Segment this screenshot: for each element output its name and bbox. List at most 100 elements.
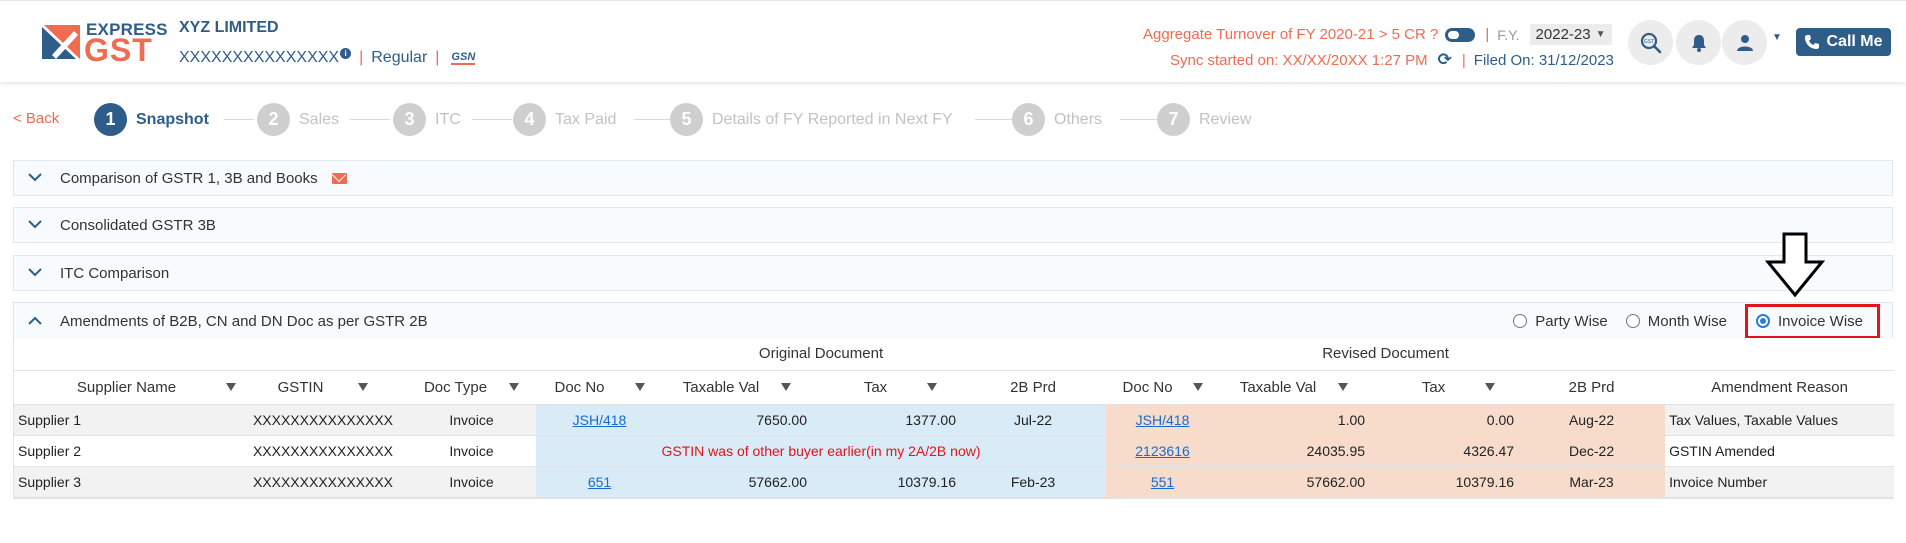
chevron-down-icon: [28, 171, 42, 185]
filter-icon[interactable]: [358, 382, 369, 391]
radio-button[interactable]: [1513, 314, 1528, 328]
turnover-toggle[interactable]: [1445, 27, 1476, 42]
cell-rev-taxable: 1.00: [1219, 404, 1370, 435]
step-others[interactable]: 6 Others: [1012, 103, 1102, 136]
step-number: 7: [1157, 103, 1190, 136]
step-connector: [472, 119, 512, 120]
turnover-label: Aggregate Turnover of FY 2020-21 > 5 CR …: [1143, 26, 1439, 43]
rev-doc-link[interactable]: 2123616: [1135, 443, 1190, 459]
step-next-fy[interactable]: 5 Details of FY Reported in Next FY: [670, 103, 953, 136]
filter-icon[interactable]: [226, 382, 237, 391]
separator: |: [359, 49, 364, 66]
cell-doc-type: Invoice: [407, 466, 536, 497]
radio-label: Month Wise: [1647, 312, 1727, 330]
rev-doc-link[interactable]: JSH/418: [1136, 412, 1190, 428]
column-label: Taxable Val: [1239, 378, 1317, 396]
step-connector: [350, 119, 390, 120]
filter-icon[interactable]: [1338, 382, 1349, 391]
step-number: 6: [1012, 103, 1045, 136]
step-connector: [975, 119, 1015, 120]
back-link[interactable]: < Back: [13, 110, 59, 127]
column-label: Doc Type: [423, 378, 488, 396]
accordion-consolidated-3b[interactable]: Consolidated GSTR 3B: [13, 207, 1893, 243]
column-header: Doc Type: [407, 370, 536, 404]
filter-icon[interactable]: [1485, 382, 1496, 391]
filter-icon[interactable]: [781, 382, 792, 391]
chevron-down-icon: [28, 218, 42, 232]
accordion-title: Consolidated GSTR 3B: [60, 216, 216, 234]
column-header: 2B Prd: [1518, 370, 1666, 404]
search-button[interactable]: GST: [1628, 20, 1673, 65]
step-itc[interactable]: 3 ITC: [393, 103, 461, 136]
fy-value: 2022-23: [1535, 26, 1591, 43]
cell-gstin: XXXXXXXXXXXXXXX: [239, 466, 407, 497]
logo-gst-text: GST: [84, 32, 153, 68]
fy-select[interactable]: 2022-23 ▼: [1529, 24, 1612, 45]
step-review[interactable]: 7 Review: [1157, 103, 1251, 136]
table-header-row: Supplier Name GSTIN Doc Type Doc No Taxa…: [14, 370, 1895, 404]
column-label: GSTIN: [277, 378, 324, 396]
step-label: Sales: [299, 110, 340, 128]
chevron-down-icon: [28, 266, 42, 280]
radio-button[interactable]: [1625, 314, 1640, 328]
step-snapshot[interactable]: 1 Snapshot: [94, 103, 209, 136]
cell-rev-prd: Dec-22: [1518, 435, 1666, 466]
accordion-amendments[interactable]: Amendments of B2B, CN and DN Doc as per …: [13, 302, 1893, 339]
accordion-itc-comparison[interactable]: ITC Comparison: [13, 255, 1893, 291]
separator: |: [1485, 26, 1490, 43]
notifications-button[interactable]: [1676, 20, 1721, 65]
company-name: XYZ LIMITED: [179, 19, 279, 36]
company-gstin: XXXXXXXXXXXXXXX: [179, 49, 340, 66]
filter-icon[interactable]: [927, 382, 938, 391]
step-tax-paid[interactable]: 4 Tax Paid: [513, 103, 616, 136]
annotation-arrow-icon: [1764, 232, 1826, 298]
cell-orig-note: GSTIN was of other buyer earlier(in my 2…: [536, 435, 1107, 466]
search-icon: GST: [1640, 32, 1661, 53]
column-label: Supplier Name: [76, 378, 177, 396]
info-icon[interactable]: i: [340, 47, 352, 59]
gstin-warning-text: GSTIN was of other buyer earlier(in my 2…: [661, 442, 981, 459]
cell-reason: GSTIN Amended: [1665, 435, 1895, 466]
rev-doc-link[interactable]: 551: [1151, 474, 1174, 490]
cell-rev-tax: 0.00: [1369, 404, 1519, 435]
accordion-title: Comparison of GSTR 1, 3B and Books: [60, 169, 318, 187]
column-header: Tax: [1369, 370, 1519, 404]
chevron-up-icon: [28, 314, 42, 328]
table-row: Supplier 2 XXXXXXXXXXXXXXX Invoice GSTIN…: [14, 435, 1895, 466]
accordion-gstr-comparison[interactable]: Comparison of GSTR 1, 3B and Books: [13, 160, 1893, 196]
radio-label: Invoice Wise: [1777, 312, 1863, 330]
radio-button[interactable]: [1755, 314, 1770, 328]
step-connector: [224, 119, 254, 120]
cell-doc-type: Invoice: [407, 404, 536, 435]
radio-invoice-wise[interactable]: Invoice Wise: [1744, 303, 1880, 339]
express-gst-logo[interactable]: EXPRESS GST: [40, 19, 168, 68]
orig-doc-link[interactable]: 651: [588, 474, 611, 490]
table-row: Supplier 3 XXXXXXXXXXXXXXX Invoice 651 5…: [14, 466, 1895, 497]
cell-orig-prd: Feb-23: [960, 466, 1107, 497]
logo-mark-icon: [42, 25, 80, 59]
table-group-header: Original Document Revised Document: [14, 338, 1895, 370]
top-header: EXPRESS GST XYZ LIMITED XXXXXXXXXXXXXXX …: [0, 0, 1906, 82]
radio-month-wise[interactable]: Month Wise: [1625, 312, 1727, 330]
column-label: 2B Prd: [1568, 378, 1615, 396]
profile-caret-icon[interactable]: ▼: [1772, 32, 1782, 43]
filter-icon[interactable]: [1192, 382, 1203, 391]
sync-status: Sync started on: XX/XX/20XX 1:27 PM ⟳ | …: [1170, 50, 1614, 70]
step-sales[interactable]: 2 Sales: [257, 103, 339, 136]
filter-icon[interactable]: [634, 382, 645, 391]
call-me-button[interactable]: Call Me: [1796, 28, 1891, 56]
svg-text:GST: GST: [1643, 39, 1653, 45]
radio-party-wise[interactable]: Party Wise: [1513, 313, 1608, 330]
fy-label: F.Y.: [1497, 26, 1520, 43]
view-mode-radio-group: Party Wise Month Wise Invoice Wise: [1513, 303, 1880, 339]
cell-reason: Tax Values, Taxable Values: [1665, 404, 1895, 435]
mail-icon[interactable]: [331, 172, 347, 184]
orig-doc-link[interactable]: JSH/418: [573, 412, 627, 428]
refresh-icon[interactable]: ⟳: [1438, 50, 1452, 70]
step-number: 3: [393, 103, 426, 136]
filter-icon[interactable]: [509, 382, 520, 391]
step-number: 5: [670, 103, 703, 136]
step-number: 2: [257, 103, 290, 136]
group-spacer: [14, 338, 536, 370]
profile-button[interactable]: [1722, 20, 1767, 65]
